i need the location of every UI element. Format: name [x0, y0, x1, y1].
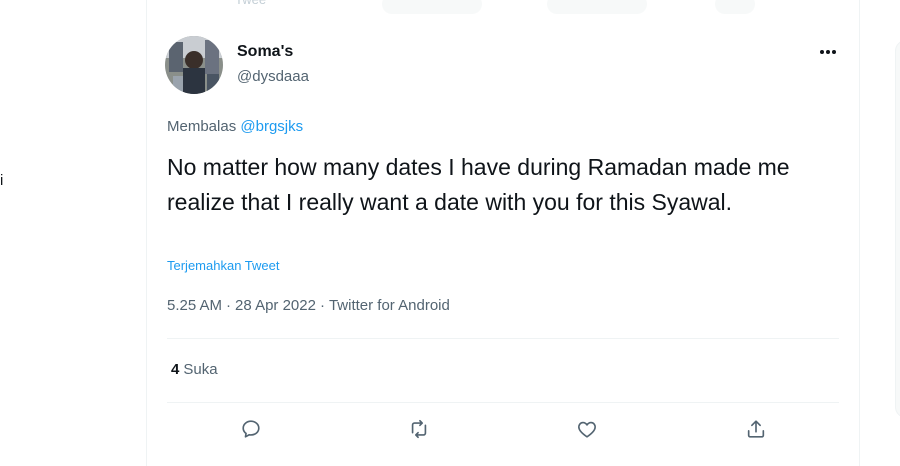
- share-button[interactable]: [741, 414, 771, 444]
- divider: [167, 402, 839, 403]
- previous-tweet-action-remnant: [382, 0, 482, 14]
- like-button[interactable]: [572, 414, 602, 444]
- author-handle[interactable]: @dysdaaa: [237, 68, 309, 85]
- previous-tweet-remnant: Twee: [235, 0, 305, 12]
- previous-tweet-action-remnant: [547, 0, 647, 14]
- tweet-source[interactable]: Twitter for Android: [329, 297, 450, 314]
- author-name[interactable]: Soma's: [237, 43, 293, 61]
- speech-bubble-icon: [242, 420, 260, 438]
- more-dots-icon: [832, 50, 836, 54]
- more-dots-icon: [820, 50, 824, 54]
- left-sidebar: i: [0, 0, 146, 466]
- more-options-button[interactable]: [815, 42, 841, 62]
- retweet-button[interactable]: [404, 414, 434, 444]
- right-sidebar: [859, 0, 900, 466]
- avatar[interactable]: [165, 36, 223, 94]
- share-upload-icon: [747, 420, 765, 438]
- reply-prefix: Membalas: [167, 118, 237, 135]
- divider: [167, 338, 839, 339]
- tweet-detail: Twee Soma's @dysdaaa Membalas @brgsjks N…: [146, 0, 860, 466]
- more-dots-icon: [826, 50, 830, 54]
- meta-separator: ·: [226, 297, 232, 314]
- previous-tweet-action-remnant: [715, 0, 755, 14]
- reply-button[interactable]: [236, 414, 266, 444]
- likes-count: 4: [171, 361, 180, 378]
- sidebar-partial-text: i: [0, 172, 4, 189]
- reply-context: Membalas @brgsjks: [167, 118, 303, 135]
- sidebar-card: [895, 40, 900, 418]
- tweet-text: No matter how many dates I have during R…: [167, 154, 790, 215]
- reply-mention-link[interactable]: @brgsjks: [240, 118, 303, 135]
- likes-label: Suka: [183, 361, 218, 378]
- tweet-metadata: 5.25 AM · 28 Apr 2022 · Twitter for Android: [167, 297, 450, 314]
- tweet-date[interactable]: 28 Apr 2022: [235, 297, 316, 314]
- avatar-photo: [165, 36, 223, 94]
- meta-separator: ·: [319, 297, 325, 314]
- tweet-time[interactable]: 5.25 AM: [167, 297, 222, 314]
- translate-tweet-link[interactable]: Terjemahkan Tweet: [167, 258, 280, 273]
- retweet-arrows-icon: [411, 419, 427, 439]
- heart-icon: [578, 421, 596, 438]
- likes-stat[interactable]: 4 Suka: [171, 361, 218, 378]
